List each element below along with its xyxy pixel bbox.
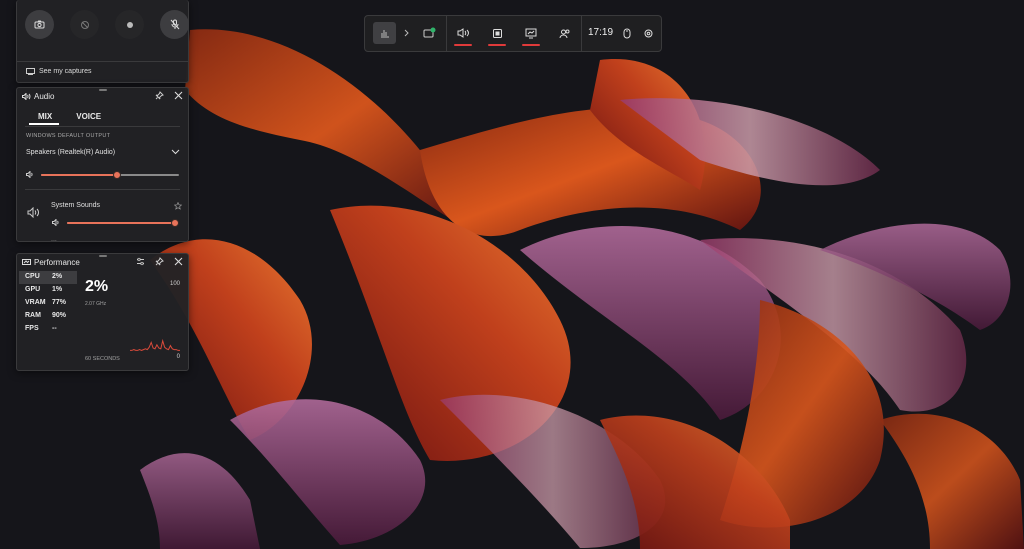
performance-widget: Performance CPU 2% GPU 1% VRAM 77% RAM 90% F… xyxy=(16,253,189,371)
close-icon[interactable] xyxy=(173,90,184,101)
social-widget-icon[interactable] xyxy=(556,24,574,42)
chevron-down-icon[interactable] xyxy=(171,149,180,155)
settings-gear-icon[interactable] xyxy=(639,24,657,42)
mic-muted-icon xyxy=(170,19,180,30)
pin-icon[interactable] xyxy=(154,90,165,101)
capture-widget-icon[interactable] xyxy=(420,24,438,42)
options-sliders-icon[interactable] xyxy=(135,256,146,267)
star-icon[interactable] xyxy=(174,202,182,210)
widget-menu-button[interactable] xyxy=(373,22,396,44)
performance-widget-icon[interactable] xyxy=(488,24,506,42)
app-volume-knob[interactable] xyxy=(171,219,179,227)
metric-cpu[interactable]: CPU 2% xyxy=(19,271,77,284)
record-dot-icon xyxy=(126,21,134,29)
drag-handle[interactable] xyxy=(98,255,107,257)
record-last-button[interactable] xyxy=(70,10,99,39)
master-volume-fill xyxy=(41,174,117,176)
cpu-frequency: 2.07 GHz xyxy=(85,301,107,307)
audio-widget-icon[interactable] xyxy=(454,24,472,42)
app-volume-icon[interactable] xyxy=(52,219,61,226)
output-section-label: WINDOWS DEFAULT OUTPUT xyxy=(26,133,111,139)
tab-mix[interactable]: MIX xyxy=(25,110,63,125)
metric-fps[interactable]: FPS -- xyxy=(19,323,77,336)
mouse-icon[interactable] xyxy=(618,24,636,42)
metric-gpu[interactable]: GPU 1% xyxy=(19,284,77,297)
performance-icon xyxy=(22,259,31,266)
cpu-usage-graph xyxy=(130,338,180,351)
chevron-right-icon[interactable] xyxy=(398,24,416,42)
app-speaker-icon xyxy=(27,207,41,218)
tab-voice[interactable]: VOICE xyxy=(63,110,112,125)
screenshot-button[interactable] xyxy=(25,10,54,39)
app-volume-fill xyxy=(67,222,175,224)
drag-handle[interactable] xyxy=(98,89,107,91)
camera-icon xyxy=(34,20,45,29)
cpu-usage-value: 2% xyxy=(85,278,109,295)
metric-list: CPU 2% GPU 1% VRAM 77% RAM 90% FPS -- xyxy=(19,271,77,336)
metric-vram[interactable]: VRAM 77% xyxy=(19,297,77,310)
metric-ram[interactable]: RAM 90% xyxy=(19,310,77,323)
close-icon[interactable] xyxy=(173,256,184,267)
see-captures-label: See my captures xyxy=(39,68,92,75)
resources-widget-icon[interactable] xyxy=(522,24,540,42)
capture-widget: See my captures xyxy=(16,0,189,83)
record-last-icon xyxy=(80,20,90,30)
widget-menu-icon xyxy=(380,29,390,38)
gallery-icon xyxy=(26,68,35,75)
app-volume-slider[interactable] xyxy=(67,219,179,227)
clock: 17:19 xyxy=(588,27,614,38)
pin-icon[interactable] xyxy=(154,256,165,267)
master-volume-slider[interactable] xyxy=(41,171,179,179)
performance-title: Performance xyxy=(34,258,80,267)
speaker-icon xyxy=(22,93,31,100)
start-recording-button[interactable] xyxy=(115,10,144,39)
game-bar: 17:19 xyxy=(364,15,662,52)
master-volume-knob[interactable] xyxy=(112,171,121,179)
graph-min-label: 0 xyxy=(176,354,180,360)
graph-window-label: 60 SECONDS xyxy=(85,356,120,362)
audio-title: Audio xyxy=(34,92,55,101)
see-captures-link[interactable]: See my captures xyxy=(26,68,92,75)
master-volume-icon[interactable] xyxy=(26,171,35,178)
cpu-graph-line xyxy=(130,338,180,351)
graph-max-label: 100 xyxy=(169,281,180,287)
audio-widget: Audio MIX VOICE WINDOWS DEFAULT OUTPUT S… xyxy=(16,87,189,242)
next-app-partial: ... xyxy=(51,236,57,242)
app-name-system-sounds: System Sounds xyxy=(51,202,101,209)
output-device-select[interactable]: Speakers (Realtek(R) Audio) xyxy=(26,149,115,156)
mic-toggle-button[interactable] xyxy=(160,10,189,39)
